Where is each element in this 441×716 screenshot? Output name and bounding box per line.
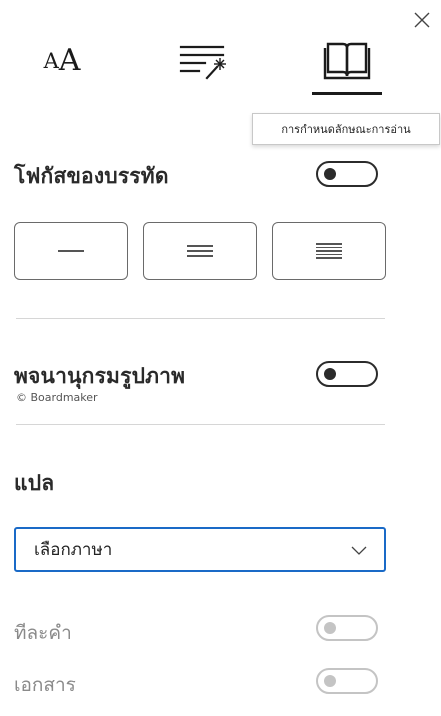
picture-dictionary-toggle[interactable] bbox=[316, 361, 378, 387]
translate-by-word-toggle[interactable] bbox=[316, 615, 378, 641]
toggle-knob bbox=[324, 622, 336, 634]
line-focus-toggle[interactable] bbox=[316, 161, 378, 187]
picture-dictionary-title: พจนานุกรมรูปภาพ bbox=[14, 364, 186, 388]
chevron-down-icon bbox=[351, 546, 367, 555]
translate-by-word-label: ทีละคำ bbox=[14, 622, 72, 644]
grammar-wand-icon bbox=[179, 45, 226, 80]
text-size-icon: AA bbox=[43, 43, 81, 78]
translate-title: แปล bbox=[14, 471, 55, 495]
boardmaker-credit: © Boardmaker bbox=[16, 391, 98, 404]
one-line-icon bbox=[58, 250, 84, 252]
divider bbox=[16, 318, 385, 319]
translate-document-toggle[interactable] bbox=[316, 668, 378, 694]
close-button[interactable] bbox=[410, 8, 434, 32]
line-focus-five-lines-button[interactable] bbox=[272, 222, 386, 280]
toggle-knob bbox=[324, 168, 336, 180]
line-focus-one-line-button[interactable] bbox=[14, 222, 128, 280]
five-lines-icon bbox=[316, 243, 342, 259]
language-select[interactable]: เลือกภาษา bbox=[14, 527, 386, 572]
three-lines-icon bbox=[187, 245, 213, 257]
selected-tab-indicator bbox=[312, 92, 382, 95]
toggle-knob bbox=[324, 675, 336, 687]
tab-grammar-options[interactable] bbox=[160, 34, 250, 96]
language-select-value: เลือกภาษา bbox=[34, 540, 113, 560]
tab-reading-preferences[interactable] bbox=[304, 34, 390, 96]
close-icon bbox=[414, 12, 430, 28]
tab-text-preferences[interactable]: AA bbox=[22, 34, 102, 96]
tooltip: การกำหนดลักษณะการอ่าน bbox=[252, 113, 440, 145]
translate-document-label: เอกสาร bbox=[14, 674, 76, 696]
open-book-icon bbox=[323, 42, 371, 80]
line-focus-title: โฟกัสของบรรทัด bbox=[14, 164, 169, 188]
toggle-knob bbox=[324, 368, 336, 380]
divider bbox=[16, 424, 385, 425]
line-focus-three-lines-button[interactable] bbox=[143, 222, 257, 280]
